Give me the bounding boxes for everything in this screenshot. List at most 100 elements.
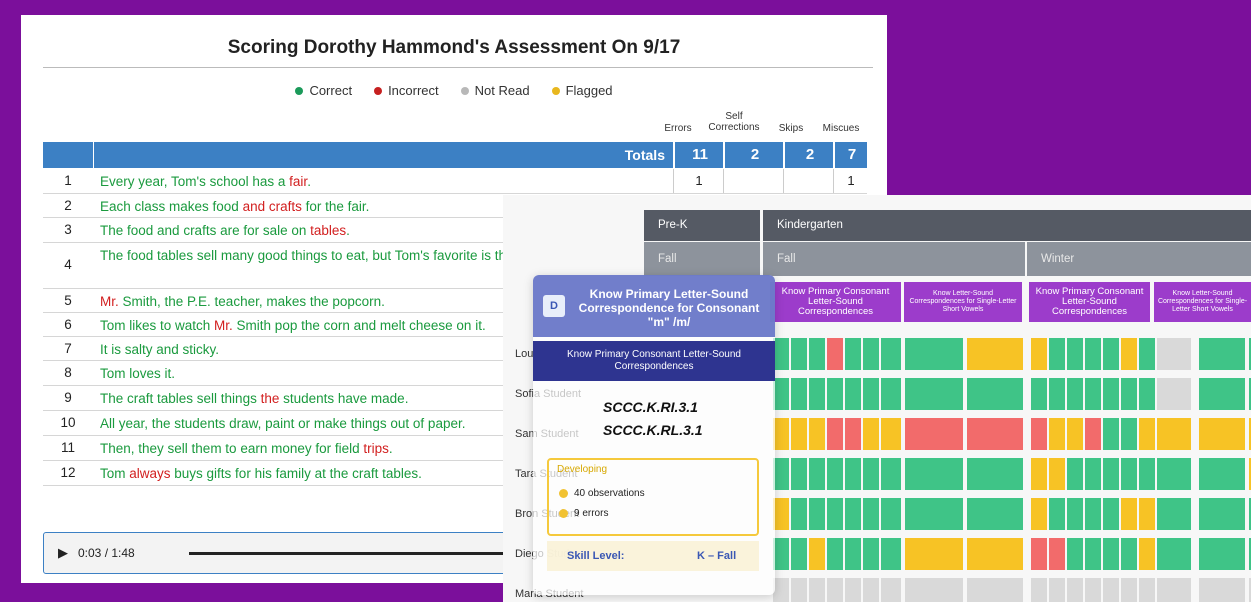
heatmap-cell[interactable]: [967, 418, 1023, 450]
heatmap-cell[interactable]: [905, 338, 963, 370]
heatmap-cell[interactable]: [1199, 458, 1245, 490]
heatmap-cell[interactable]: [1031, 538, 1047, 570]
heatmap-cell[interactable]: [1067, 538, 1083, 570]
heatmap-cell[interactable]: [863, 418, 879, 450]
heatmap-cell[interactable]: [905, 578, 963, 602]
heatmap-cell[interactable]: [1121, 538, 1137, 570]
heatmap-cell[interactable]: [967, 338, 1023, 370]
heatmap-cell[interactable]: [1199, 498, 1245, 530]
heatmap-cell[interactable]: [791, 538, 807, 570]
heatmap-cell[interactable]: [905, 378, 963, 410]
heatmap-cell[interactable]: [967, 378, 1023, 410]
heatmap-cell[interactable]: [827, 458, 843, 490]
heatmap-cell[interactable]: [863, 378, 879, 410]
heatmap-cell[interactable]: [773, 538, 789, 570]
heatmap-cell[interactable]: [1157, 378, 1191, 410]
heatmap-cell[interactable]: [863, 338, 879, 370]
heatmap-cell[interactable]: [1049, 538, 1065, 570]
heatmap-cell[interactable]: [881, 578, 901, 602]
heatmap-cell[interactable]: [1103, 378, 1119, 410]
heatmap-cell[interactable]: [967, 498, 1023, 530]
heatmap-cell[interactable]: [1121, 418, 1137, 450]
heatmap-cell[interactable]: [827, 338, 843, 370]
heatmap-cell[interactable]: [809, 498, 825, 530]
heatmap-cell[interactable]: [1157, 538, 1191, 570]
heatmap-cell[interactable]: [1067, 578, 1083, 602]
heatmap-cell[interactable]: [1199, 418, 1245, 450]
heatmap-cell[interactable]: [1121, 338, 1137, 370]
heatmap-cell[interactable]: [1031, 578, 1047, 602]
heatmap-cell[interactable]: [1067, 458, 1083, 490]
heatmap-cell[interactable]: [905, 498, 963, 530]
skill-header[interactable]: Know Letter-Sound Correspondences for Si…: [1154, 282, 1251, 322]
heatmap-cell[interactable]: [827, 418, 843, 450]
heatmap-cell[interactable]: [773, 378, 789, 410]
heatmap-cell[interactable]: [1139, 458, 1155, 490]
heatmap-cell[interactable]: [827, 498, 843, 530]
heatmap-cell[interactable]: [773, 458, 789, 490]
heatmap-cell[interactable]: [1031, 338, 1047, 370]
heatmap-cell[interactable]: [773, 418, 789, 450]
heatmap-cell[interactable]: [791, 458, 807, 490]
heatmap-cell[interactable]: [1049, 418, 1065, 450]
heatmap-cell[interactable]: [773, 338, 789, 370]
passage-row[interactable]: 1 Every year, Tom's school has a fair. 1…: [43, 169, 867, 194]
heatmap-cell[interactable]: [881, 378, 901, 410]
heatmap-cell[interactable]: [967, 538, 1023, 570]
heatmap-cell[interactable]: [845, 578, 861, 602]
heatmap-cell[interactable]: [1067, 378, 1083, 410]
heatmap-cell[interactable]: [967, 458, 1023, 490]
heatmap-cell[interactable]: [791, 418, 807, 450]
heatmap-cell[interactable]: [1103, 458, 1119, 490]
heatmap-cell[interactable]: [1049, 498, 1065, 530]
heatmap-cell[interactable]: [967, 578, 1023, 602]
heatmap-cell[interactable]: [1103, 338, 1119, 370]
heatmap-cell[interactable]: [791, 338, 807, 370]
heatmap-cell[interactable]: [1103, 578, 1119, 602]
heatmap-cell[interactable]: [1085, 338, 1101, 370]
heatmap-cell[interactable]: [1085, 578, 1101, 602]
heatmap-cell[interactable]: [809, 418, 825, 450]
heatmap-cell[interactable]: [1031, 378, 1047, 410]
heatmap-cell[interactable]: [1121, 378, 1137, 410]
heatmap-cell[interactable]: [1031, 418, 1047, 450]
heatmap-cell[interactable]: [845, 538, 861, 570]
heatmap-cell[interactable]: [1049, 378, 1065, 410]
skill-header[interactable]: Know Letter-Sound Correspondences for Si…: [904, 282, 1022, 322]
skill-header[interactable]: Know Primary Consonant Letter-Sound Corr…: [1029, 282, 1150, 322]
heatmap-cell[interactable]: [1157, 338, 1191, 370]
heatmap-cell[interactable]: [881, 498, 901, 530]
heatmap-cell[interactable]: [1049, 578, 1065, 602]
heatmap-cell[interactable]: [1139, 418, 1155, 450]
heatmap-cell[interactable]: [1139, 538, 1155, 570]
heatmap-cell[interactable]: [1031, 458, 1047, 490]
heatmap-cell[interactable]: [1103, 538, 1119, 570]
heatmap-cell[interactable]: [1085, 458, 1101, 490]
heatmap-cell[interactable]: [809, 338, 825, 370]
heatmap-cell[interactable]: [1157, 418, 1191, 450]
heatmap-cell[interactable]: [863, 458, 879, 490]
heatmap-cell[interactable]: [1085, 378, 1101, 410]
heatmap-cell[interactable]: [1121, 578, 1137, 602]
skill-header[interactable]: Know Primary Consonant Letter-Sound Corr…: [770, 282, 901, 322]
heatmap-cell[interactable]: [1067, 498, 1083, 530]
heatmap-cell[interactable]: [791, 378, 807, 410]
heatmap-cell[interactable]: [1157, 458, 1191, 490]
heatmap-cell[interactable]: [1085, 498, 1101, 530]
play-icon[interactable]: ▶: [58, 545, 68, 561]
heatmap-cell[interactable]: [827, 538, 843, 570]
heatmap-cell[interactable]: [1199, 538, 1245, 570]
heatmap-cell[interactable]: [881, 338, 901, 370]
heatmap-cell[interactable]: [863, 538, 879, 570]
heatmap-cell[interactable]: [809, 578, 825, 602]
heatmap-cell[interactable]: [881, 458, 901, 490]
heatmap-cell[interactable]: [845, 498, 861, 530]
heatmap-cell[interactable]: [791, 578, 807, 602]
heatmap-cell[interactable]: [1085, 418, 1101, 450]
heatmap-cell[interactable]: [1139, 578, 1155, 602]
heatmap-cell[interactable]: [905, 458, 963, 490]
heatmap-cell[interactable]: [827, 578, 843, 602]
heatmap-cell[interactable]: [1139, 498, 1155, 530]
heatmap-cell[interactable]: [863, 498, 879, 530]
heatmap-cell[interactable]: [1103, 498, 1119, 530]
